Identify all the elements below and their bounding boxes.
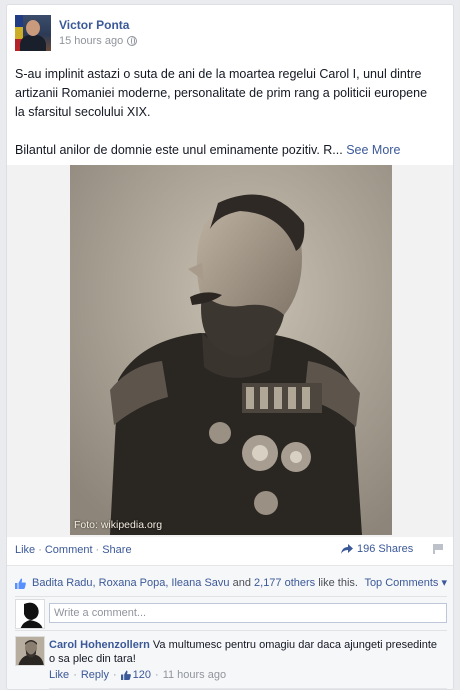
comment-author-avatar[interactable] (15, 636, 45, 666)
post-paragraph-2-text: Bilantul anilor de domnie este unul emin… (15, 143, 343, 157)
post-meta: 15 hours ago (59, 35, 138, 47)
comment-button[interactable]: Comment (45, 544, 93, 556)
commenter-avatar[interactable] (15, 599, 45, 629)
portrait-image (70, 165, 392, 535)
post-header: Victor Ponta 15 hours ago (15, 15, 435, 55)
portrait-photo[interactable]: Foto: wikipedia.org (70, 165, 392, 535)
post-paragraph-1: S-au implinit astazi o suta de ani de la… (15, 67, 428, 119)
divider (15, 630, 447, 631)
profile-silhouette-icon (16, 600, 44, 628)
thumbs-up-icon (15, 578, 26, 589)
write-comment-input[interactable]: Write a comment... (49, 603, 447, 623)
post-actions: Like · Comment · Share 196 Shares (15, 542, 447, 560)
likes-others[interactable]: 2,177 others (254, 577, 315, 589)
comment-like-count[interactable]: 120 (133, 669, 151, 681)
photo-caption: Foto: wikipedia.org (74, 519, 163, 531)
top-comments-dropdown[interactable]: Top Comments ▾ (364, 576, 447, 589)
author-avatar[interactable] (15, 15, 51, 51)
ufi-section: Badita Radu, Roxana Popa, Ileana Savu an… (7, 565, 453, 689)
comment-reply-button[interactable]: Reply (81, 669, 109, 681)
comment-author-name[interactable]: Carol Hohenzollern (49, 639, 150, 651)
comment-time[interactable]: 11 hours ago (163, 669, 226, 681)
likes-suffix: like this. (318, 577, 358, 589)
thumbs-up-icon (120, 670, 131, 680)
likes-and: and (232, 577, 251, 589)
shares-label: 196 Shares (357, 543, 414, 555)
post-time[interactable]: 15 hours ago (59, 35, 123, 47)
divider (15, 596, 447, 597)
post-paragraph-2: Bilantul anilor de domnie este unul emin… (15, 141, 440, 160)
share-arrow-icon (341, 544, 353, 554)
like-button[interactable]: Like (15, 544, 35, 556)
post-card: Victor Ponta 15 hours ago S-au implinit … (6, 4, 454, 690)
flag-icon[interactable] (433, 544, 443, 554)
share-button[interactable]: Share (102, 544, 131, 556)
king-portrait-icon (16, 637, 44, 665)
likes-text: Badita Radu, Roxana Popa, Ileana Savu an… (32, 577, 358, 589)
see-more-link[interactable]: See More (346, 143, 400, 157)
globe-icon (127, 36, 138, 46)
post-photo-container[interactable]: Foto: wikipedia.org (7, 165, 453, 537)
post-text: S-au implinit astazi o suta de ani de la… (15, 65, 440, 179)
author-name[interactable]: Victor Ponta (59, 18, 129, 32)
shares-count[interactable]: 196 Shares (341, 543, 413, 555)
comment-meta: Like · Reply · 120 · 11 hours ago (49, 669, 227, 681)
likers-names[interactable]: Badita Radu, Roxana Popa, Ileana Savu (32, 577, 230, 589)
comment-body: Carol Hohenzollern Va multumesc pentru o… (49, 638, 444, 666)
comment-like-button[interactable]: Like (49, 669, 69, 681)
likes-row: Badita Radu, Roxana Popa, Ileana Savu an… (15, 574, 447, 592)
action-links: Like · Comment · Share (15, 544, 132, 556)
